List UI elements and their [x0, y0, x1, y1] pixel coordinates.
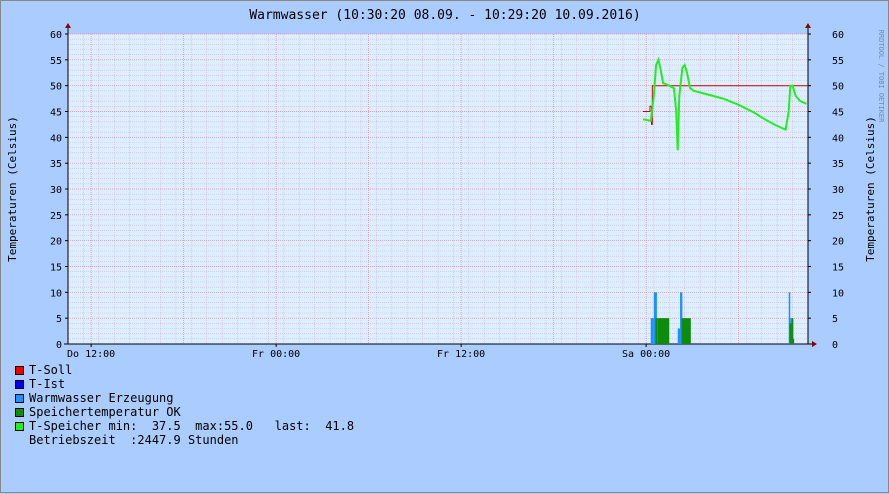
y-tick-label-right: 10 — [832, 288, 844, 299]
y-tick-label-right: 20 — [832, 237, 844, 248]
y-tick-label-left: 60 — [50, 30, 62, 41]
y-tick-label-right: 30 — [832, 185, 844, 196]
x-axis-arrow — [812, 341, 817, 347]
legend-label-t-soll: T-Soll — [29, 363, 73, 377]
x-tick-label: Sa 00:00 — [622, 349, 670, 360]
legend-item-speichertemperatur-ok: Speichertemperatur OK — [15, 405, 354, 419]
bar-speichertemperatur-ok — [792, 338, 795, 344]
bar-speichertemperatur-ok — [655, 318, 658, 344]
bar-speichertemperatur-ok — [789, 323, 792, 344]
y-tick-label-right: 0 — [832, 340, 838, 351]
y-axis-arrow-left — [65, 23, 71, 28]
y-axis-label-right: Temperaturen (Celsius) — [864, 116, 877, 262]
chart-title: Warmwasser (10:30:20 08.09. - 10:29:20 1… — [249, 8, 640, 23]
legend-item-warmwasser-erzeugung: Warmwasser Erzeugung — [15, 391, 354, 405]
legend-label-t-ist: T-Ist — [29, 377, 66, 391]
legend-swatch-warmwasser-erzeugung — [15, 393, 24, 403]
legend-label-warmwasser-erzeugung: Warmwasser Erzeugung — [29, 391, 174, 405]
legend-swatch-t-speicher — [15, 421, 24, 431]
y-axis-label-left: Temperaturen (Celsius) — [6, 116, 19, 262]
y-tick-label-left: 15 — [50, 263, 62, 274]
y-tick-label-left: 45 — [50, 108, 62, 119]
y-tick-label-right: 15 — [832, 263, 844, 274]
y-tick-label-right: 35 — [832, 159, 844, 170]
legend-label-speichertemperatur-ok: Speichertemperatur OK — [29, 405, 181, 419]
y-tick-label-left: 50 — [50, 82, 62, 93]
y-tick-label-left: 40 — [50, 133, 62, 144]
y-tick-label-left: 35 — [50, 159, 62, 170]
legend-item-betriebszeit: Betriebszeit :2447.9 Stunden — [15, 433, 354, 447]
bar-warmwasser-erzeugung — [650, 318, 654, 344]
legend-swatch-speichertemperatur-ok — [15, 407, 24, 417]
y-tick-label-right: 55 — [832, 56, 844, 67]
y-tick-label-left: 5 — [56, 314, 62, 325]
y-tick-label-right: 45 — [832, 108, 844, 119]
y-axis-arrow-right — [805, 23, 811, 28]
legend-item-t-speicher: T-Speicher min: 37.5 max:55.0 last: 41.8 — [15, 419, 354, 433]
bar-warmwasser-erzeugung — [677, 328, 681, 344]
legend-label-t-speicher: T-Speicher min: 37.5 max:55.0 last: 41.8 — [29, 419, 355, 433]
legend-swatch-t-soll — [15, 365, 24, 375]
bar-speichertemperatur-ok — [659, 325, 667, 344]
y-tick-label-right: 40 — [832, 133, 844, 144]
legend-item-t-soll: T-Soll — [15, 363, 354, 377]
bar-speichertemperatur-ok — [681, 318, 691, 344]
y-tick-label-right: 5 — [832, 314, 838, 325]
x-tick-label: Fr 00:00 — [252, 349, 300, 360]
y-tick-label-left: 25 — [50, 211, 62, 222]
y-tick-label-left: 30 — [50, 185, 62, 196]
x-tick-label: Fr 12:00 — [437, 349, 485, 360]
x-tick-label: Do 12:00 — [67, 349, 115, 360]
y-tick-label-left: 0 — [56, 340, 62, 351]
legend-item-t-ist: T-Ist — [15, 377, 354, 391]
watermark: RRDTOOL / TOBI OETIKER — [877, 30, 885, 124]
y-tick-label-right: 60 — [832, 30, 844, 41]
legend-label-betriebszeit: Betriebszeit :2447.9 Stunden — [29, 433, 239, 447]
y-tick-label-left: 10 — [50, 288, 62, 299]
legend-swatch-t-ist — [15, 379, 24, 389]
y-tick-label-left: 55 — [50, 56, 62, 67]
legend: T-Soll T-Ist Warmwasser Erzeugung Speich… — [15, 363, 354, 447]
y-tick-label-left: 20 — [50, 237, 62, 248]
chart-frame: 0 0 5 5 10 10 15 15 20 20 25 25 30 30 35 35 40 40 45 45 50 50… — [0, 0, 889, 493]
y-tick-label-right: 25 — [832, 211, 844, 222]
y-tick-label-right: 50 — [832, 82, 844, 93]
